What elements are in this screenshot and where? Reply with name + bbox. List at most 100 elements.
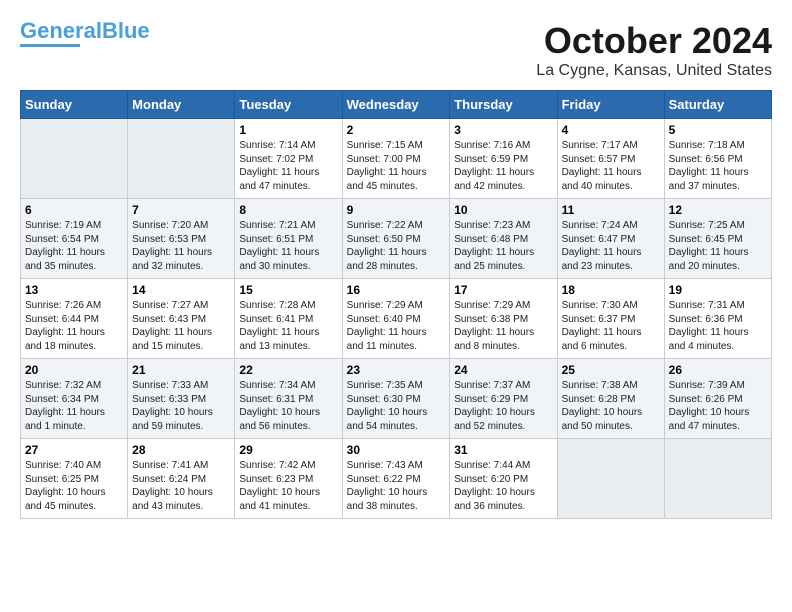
- calendar-cell: 28Sunrise: 7:41 AM Sunset: 6:24 PM Dayli…: [128, 439, 235, 519]
- day-number: 8: [239, 203, 337, 217]
- calendar-cell: 29 Sunrise: 7:42 AM Sunset: 6:23 PM Dayli…: [235, 439, 342, 519]
- day-number: 30: [347, 443, 446, 457]
- calendar-cell: 13Sunrise: 7:26 AM Sunset: 6:44 PM Dayli…: [21, 279, 128, 359]
- calendar-cell: 4 Sunrise: 7:17 AM Sunset: 6:57 PM Daylig…: [557, 119, 664, 199]
- day-info: Sunrise: 7:24 AM Sunset: 6:47 PM Dayligh…: [562, 219, 660, 273]
- calendar-week-5: 27 Sunrise: 7:40 AM Sunset: 6:25 PM Dayli…: [21, 439, 772, 519]
- day-info: Sunrise: 7:41 AM Sunset: 6:24 PM Dayligh…: [132, 459, 230, 513]
- logo-general: General: [20, 18, 102, 43]
- day-number: 29: [239, 443, 337, 457]
- header-wednesday: Wednesday: [342, 91, 450, 119]
- calendar-week-2: 6Sunrise: 7:19 AM Sunset: 6:54 PM Daylig…: [21, 199, 772, 279]
- logo-blue: Blue: [102, 18, 150, 43]
- logo-text: GeneralBlue: [20, 20, 150, 42]
- day-info: Sunrise: 7:40 AM Sunset: 6:25 PM Dayligh…: [25, 459, 123, 513]
- calendar-week-3: 13Sunrise: 7:26 AM Sunset: 6:44 PM Dayli…: [21, 279, 772, 359]
- header-monday: Monday: [128, 91, 235, 119]
- day-info: Sunrise: 7:28 AM Sunset: 6:41 PM Dayligh…: [239, 299, 337, 353]
- day-number: 1: [239, 123, 337, 137]
- day-info: Sunrise: 7:38 AM Sunset: 6:28 PM Dayligh…: [562, 379, 660, 433]
- day-info: Sunrise: 7:35 AM Sunset: 6:30 PM Dayligh…: [347, 379, 446, 433]
- day-number: 2: [347, 123, 446, 137]
- calendar-cell: 25 Sunrise: 7:38 AM Sunset: 6:28 PM Dayli…: [557, 359, 664, 439]
- day-info: Sunrise: 7:44 AM Sunset: 6:20 PM Dayligh…: [454, 459, 552, 513]
- day-info: Sunrise: 7:21 AM Sunset: 6:51 PM Dayligh…: [239, 219, 337, 273]
- day-info: Sunrise: 7:14 AM Sunset: 7:02 PM Dayligh…: [239, 139, 337, 193]
- day-number: 16: [347, 283, 446, 297]
- calendar-cell: [664, 439, 771, 519]
- calendar-cell: [128, 119, 235, 199]
- day-info: Sunrise: 7:19 AM Sunset: 6:54 PM Dayligh…: [25, 219, 123, 273]
- calendar-cell: 12Sunrise: 7:25 AM Sunset: 6:45 PM Dayli…: [664, 199, 771, 279]
- calendar-table: Sunday Monday Tuesday Wednesday Thursday…: [20, 90, 772, 519]
- calendar-cell: 17Sunrise: 7:29 AM Sunset: 6:38 PM Dayli…: [450, 279, 557, 359]
- header-thursday: Thursday: [450, 91, 557, 119]
- day-number: 4: [562, 123, 660, 137]
- day-info: Sunrise: 7:30 AM Sunset: 6:37 PM Dayligh…: [562, 299, 660, 353]
- calendar-cell: 27 Sunrise: 7:40 AM Sunset: 6:25 PM Dayli…: [21, 439, 128, 519]
- weekday-row: Sunday Monday Tuesday Wednesday Thursday…: [21, 91, 772, 119]
- calendar-cell: 20 Sunrise: 7:32 AM Sunset: 6:34 PM Dayli…: [21, 359, 128, 439]
- day-info: Sunrise: 7:25 AM Sunset: 6:45 PM Dayligh…: [669, 219, 767, 273]
- location: La Cygne, Kansas, United States: [536, 62, 772, 80]
- day-info: Sunrise: 7:33 AM Sunset: 6:33 PM Dayligh…: [132, 379, 230, 433]
- calendar-cell: 31Sunrise: 7:44 AM Sunset: 6:20 PM Dayli…: [450, 439, 557, 519]
- calendar-cell: [21, 119, 128, 199]
- day-number: 10: [454, 203, 552, 217]
- day-info: Sunrise: 7:42 AM Sunset: 6:23 PM Dayligh…: [239, 459, 337, 513]
- calendar-week-4: 20 Sunrise: 7:32 AM Sunset: 6:34 PM Dayli…: [21, 359, 772, 439]
- day-number: 21: [132, 363, 230, 377]
- title-area: October 2024 La Cygne, Kansas, United St…: [536, 20, 772, 80]
- day-number: 24: [454, 363, 552, 377]
- day-number: 20: [25, 363, 123, 377]
- header-sunday: Sunday: [21, 91, 128, 119]
- day-info: Sunrise: 7:18 AM Sunset: 6:56 PM Dayligh…: [669, 139, 767, 193]
- day-number: 23: [347, 363, 446, 377]
- calendar-cell: 5Sunrise: 7:18 AM Sunset: 6:56 PM Daylig…: [664, 119, 771, 199]
- calendar-cell: 23 Sunrise: 7:35 AM Sunset: 6:30 PM Dayli…: [342, 359, 450, 439]
- day-info: Sunrise: 7:32 AM Sunset: 6:34 PM Dayligh…: [25, 379, 123, 433]
- day-number: 19: [669, 283, 767, 297]
- day-info: Sunrise: 7:31 AM Sunset: 6:36 PM Dayligh…: [669, 299, 767, 353]
- day-info: Sunrise: 7:27 AM Sunset: 6:43 PM Dayligh…: [132, 299, 230, 353]
- day-info: Sunrise: 7:43 AM Sunset: 6:22 PM Dayligh…: [347, 459, 446, 513]
- calendar-cell: 7Sunrise: 7:20 AM Sunset: 6:53 PM Daylig…: [128, 199, 235, 279]
- calendar-cell: 18 Sunrise: 7:30 AM Sunset: 6:37 PM Dayli…: [557, 279, 664, 359]
- day-number: 25: [562, 363, 660, 377]
- calendar-cell: 21 Sunrise: 7:33 AM Sunset: 6:33 PM Dayli…: [128, 359, 235, 439]
- day-number: 3: [454, 123, 552, 137]
- day-info: Sunrise: 7:17 AM Sunset: 6:57 PM Dayligh…: [562, 139, 660, 193]
- day-number: 9: [347, 203, 446, 217]
- header-saturday: Saturday: [664, 91, 771, 119]
- calendar-cell: 8 Sunrise: 7:21 AM Sunset: 6:51 PM Daylig…: [235, 199, 342, 279]
- calendar-body: 1 Sunrise: 7:14 AM Sunset: 7:02 PM Daylig…: [21, 119, 772, 519]
- day-info: Sunrise: 7:29 AM Sunset: 6:40 PM Dayligh…: [347, 299, 446, 353]
- day-number: 27: [25, 443, 123, 457]
- header-friday: Friday: [557, 91, 664, 119]
- day-number: 17: [454, 283, 552, 297]
- calendar-cell: 19 Sunrise: 7:31 AM Sunset: 6:36 PM Dayli…: [664, 279, 771, 359]
- calendar-cell: 10 Sunrise: 7:23 AM Sunset: 6:48 PM Dayli…: [450, 199, 557, 279]
- calendar-cell: 2Sunrise: 7:15 AM Sunset: 7:00 PM Daylig…: [342, 119, 450, 199]
- calendar-cell: 26Sunrise: 7:39 AM Sunset: 6:26 PM Dayli…: [664, 359, 771, 439]
- day-number: 15: [239, 283, 337, 297]
- page-header: GeneralBlue October 2024 La Cygne, Kansa…: [20, 20, 772, 80]
- calendar-week-1: 1 Sunrise: 7:14 AM Sunset: 7:02 PM Daylig…: [21, 119, 772, 199]
- calendar-cell: 30 Sunrise: 7:43 AM Sunset: 6:22 PM Dayli…: [342, 439, 450, 519]
- day-info: Sunrise: 7:34 AM Sunset: 6:31 PM Dayligh…: [239, 379, 337, 433]
- day-info: Sunrise: 7:23 AM Sunset: 6:48 PM Dayligh…: [454, 219, 552, 273]
- day-info: Sunrise: 7:20 AM Sunset: 6:53 PM Dayligh…: [132, 219, 230, 273]
- logo-underline: [20, 44, 80, 47]
- calendar-cell: 16 Sunrise: 7:29 AM Sunset: 6:40 PM Dayli…: [342, 279, 450, 359]
- calendar-cell: 22 Sunrise: 7:34 AM Sunset: 6:31 PM Dayli…: [235, 359, 342, 439]
- day-number: 22: [239, 363, 337, 377]
- day-number: 18: [562, 283, 660, 297]
- day-number: 14: [132, 283, 230, 297]
- month-title: October 2024: [536, 20, 772, 62]
- day-number: 13: [25, 283, 123, 297]
- calendar-cell: 9Sunrise: 7:22 AM Sunset: 6:50 PM Daylig…: [342, 199, 450, 279]
- calendar-cell: 14 Sunrise: 7:27 AM Sunset: 6:43 PM Dayli…: [128, 279, 235, 359]
- day-info: Sunrise: 7:39 AM Sunset: 6:26 PM Dayligh…: [669, 379, 767, 433]
- calendar-cell: 1 Sunrise: 7:14 AM Sunset: 7:02 PM Daylig…: [235, 119, 342, 199]
- day-info: Sunrise: 7:37 AM Sunset: 6:29 PM Dayligh…: [454, 379, 552, 433]
